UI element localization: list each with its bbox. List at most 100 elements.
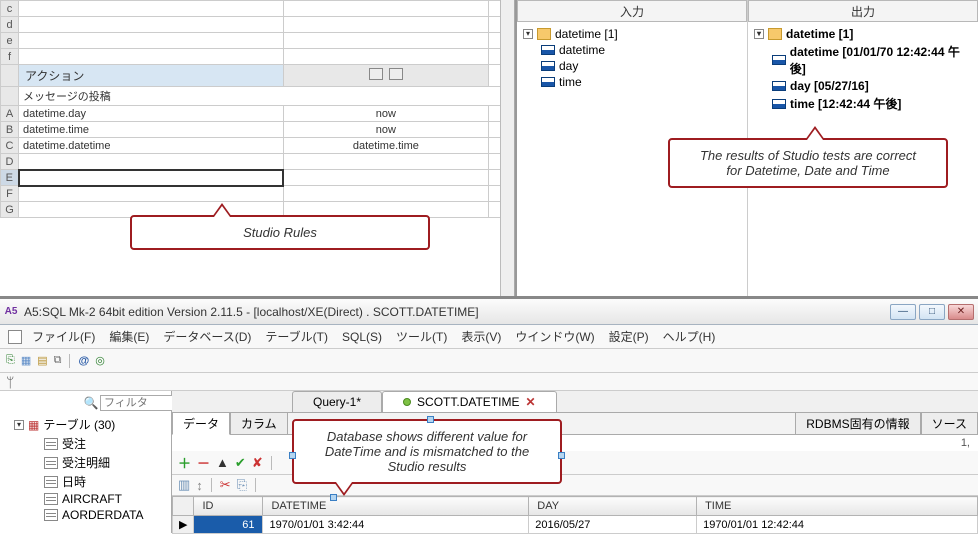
table-item[interactable]: 受注明細	[4, 453, 167, 472]
db-sidebar: 🔍 ▾▦テーブル (30) 受注 受注明細 日時 AIRCRAFT AORDER…	[0, 391, 172, 533]
sort-icon[interactable]: ↕	[196, 478, 203, 493]
field-icon	[772, 81, 786, 91]
callout-text: Studio Rules	[243, 225, 317, 240]
row-header[interactable]: f	[1, 49, 19, 65]
copy-icon[interactable]: ⎘	[237, 477, 247, 493]
menu-table[interactable]: テーブル(T)	[265, 328, 328, 345]
callout-text: for Datetime, Date and Time	[684, 163, 932, 178]
field-icon	[541, 77, 555, 87]
subtab-column[interactable]: カラム	[230, 412, 288, 435]
collapse-icon[interactable]: ▾	[523, 29, 533, 39]
row-header[interactable]: e	[1, 33, 19, 49]
folder-icon	[537, 28, 551, 40]
edit-icon[interactable]: ▲	[216, 455, 229, 470]
menu-file[interactable]: ファイル(F)	[32, 328, 95, 345]
menu-tool[interactable]: ツール(T)	[396, 328, 447, 345]
toolbar-icon[interactable]: ⧉	[54, 354, 62, 367]
toolbar-icon[interactable]: ⎘	[6, 354, 15, 367]
table-item[interactable]: 受注	[4, 434, 167, 453]
row-header[interactable]: F	[1, 186, 19, 202]
table-item[interactable]: AIRCRAFT	[4, 491, 167, 507]
minimize-button[interactable]: —	[890, 304, 916, 320]
row-header[interactable]: d	[1, 17, 19, 33]
arrow-left-icon[interactable]	[369, 68, 383, 80]
folder-icon	[768, 28, 782, 40]
menu-window[interactable]: ウインドウ(W)	[515, 328, 594, 345]
tree-item[interactable]: datetime	[541, 42, 741, 58]
table-row[interactable]: ▶ 61 1970/01/01 3:42:44 2016/05/27 1970/…	[173, 516, 978, 534]
callout-text: The results of Studio tests are correct	[684, 148, 932, 163]
cancel-icon[interactable]: ✘	[252, 455, 263, 471]
col-time[interactable]: TIME	[697, 497, 978, 516]
arrow-right-icon[interactable]	[389, 68, 403, 80]
tables-node[interactable]: ▾▦テーブル (30)	[4, 415, 167, 434]
maximize-button[interactable]: □	[919, 304, 945, 320]
row-header[interactable]: C	[1, 138, 19, 154]
close-button[interactable]: ✕	[948, 304, 974, 320]
selected-cell[interactable]	[19, 170, 284, 186]
menu-edit[interactable]: 編集(E)	[109, 328, 149, 345]
cell-time[interactable]: 1970/01/01 12:42:44	[697, 516, 978, 534]
menu-settings[interactable]: 設定(P)	[609, 328, 649, 345]
tree-toggle-icon[interactable]: ᛘ	[6, 374, 14, 390]
rule-cell[interactable]: datetime.time	[19, 122, 284, 138]
table-icon	[44, 476, 58, 488]
col-day[interactable]: DAY	[529, 497, 697, 516]
collapse-icon[interactable]: ▾	[14, 420, 24, 430]
tree-item[interactable]: datetime [01/01/70 12:42:44 午後]	[772, 42, 972, 78]
cell-datetime[interactable]: 1970/01/01 3:42:44	[263, 516, 529, 534]
row-header[interactable]: A	[1, 106, 19, 122]
scrollbar-vertical[interactable]	[500, 0, 514, 296]
sql-app-window: A5 A5:SQL Mk-2 64bit edition Version 2.1…	[0, 298, 978, 541]
tab-query[interactable]: Query-1*	[292, 391, 382, 412]
tree-root[interactable]: ▾datetime [1]	[754, 26, 972, 42]
tree-item[interactable]: time [12:42:44 午後]	[772, 94, 972, 113]
tab-datetime[interactable]: SCOTT.DATETIME✕	[382, 391, 557, 412]
col-datetime[interactable]: DATETIME	[263, 497, 529, 516]
filter-icon[interactable]: ▥	[178, 477, 190, 493]
toolbar-icon[interactable]: ▤	[37, 354, 47, 367]
toolbar-icon[interactable]: ◎	[95, 354, 105, 367]
add-icon[interactable]: ＋	[178, 453, 191, 472]
row-header[interactable]: G	[1, 202, 19, 218]
cell-day[interactable]: 2016/05/27	[529, 516, 697, 534]
doc-tabs: Query-1* SCOTT.DATETIME✕	[172, 391, 978, 413]
rule-cell[interactable]: datetime.time	[283, 138, 489, 154]
tree-item[interactable]: time	[541, 74, 741, 90]
col-id[interactable]: ID	[194, 497, 263, 516]
collapse-icon[interactable]: ▾	[754, 29, 764, 39]
rule-cell[interactable]: datetime.day	[19, 106, 284, 122]
commit-icon[interactable]: ✔	[235, 455, 246, 471]
data-grid[interactable]: ID DATETIME DAY TIME ▶ 61 1970/01/01 3:4…	[172, 496, 978, 534]
row-marker[interactable]: ▶	[173, 516, 194, 534]
table-item[interactable]: 日時	[4, 472, 167, 491]
rule-cell[interactable]: now	[283, 122, 489, 138]
toolbar-icon[interactable]: @	[78, 355, 89, 367]
menu-view[interactable]: 表示(V)	[461, 328, 501, 345]
pin-icon	[403, 398, 411, 406]
menu-database[interactable]: データベース(D)	[163, 328, 251, 345]
subtab-rdbms[interactable]: RDBMS固有の情報	[795, 412, 920, 435]
row-header[interactable]: B	[1, 122, 19, 138]
titlebar[interactable]: A5 A5:SQL Mk-2 64bit edition Version 2.1…	[0, 299, 978, 325]
remove-icon[interactable]: －	[197, 453, 210, 472]
tree-item[interactable]: day	[541, 58, 741, 74]
tree-root[interactable]: ▾datetime [1]	[523, 26, 741, 42]
subtab-data[interactable]: データ	[172, 412, 230, 435]
close-tab-icon[interactable]: ✕	[525, 395, 535, 409]
row-header-selected[interactable]: E	[1, 170, 19, 186]
cut-icon[interactable]: ✂	[220, 477, 231, 493]
menu-sql[interactable]: SQL(S)	[342, 330, 382, 344]
row-header[interactable]: D	[1, 154, 19, 170]
message-post-row[interactable]: メッセージの投稿	[19, 87, 514, 106]
menu-help[interactable]: ヘルプ(H)	[663, 328, 716, 345]
rule-cell[interactable]: datetime.datetime	[19, 138, 284, 154]
toolbar-icon[interactable]: ▦	[21, 354, 31, 367]
table-icon	[44, 457, 58, 469]
tree-item[interactable]: day [05/27/16]	[772, 78, 972, 94]
row-header[interactable]: c	[1, 1, 19, 17]
cell-id[interactable]: 61	[194, 516, 263, 534]
rule-cell[interactable]: now	[283, 106, 489, 122]
subtab-source[interactable]: ソース	[921, 412, 978, 435]
table-item[interactable]: AORDERDATA	[4, 507, 167, 523]
